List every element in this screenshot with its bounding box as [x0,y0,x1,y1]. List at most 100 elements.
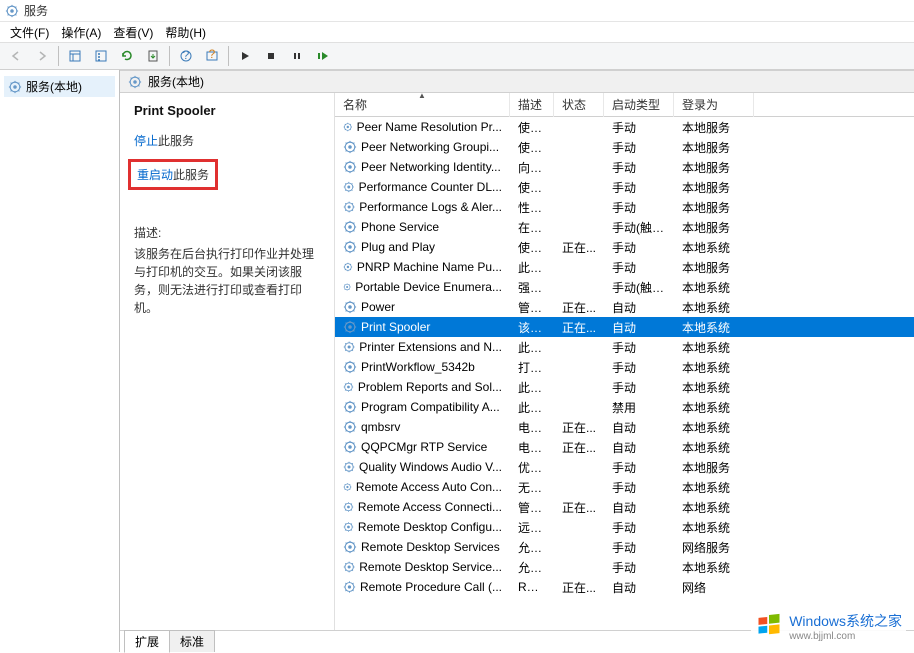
watermark-url: www.bjjml.com [789,631,902,642]
service-startup: 自动 [604,417,674,438]
service-desc: 无论... [510,477,554,498]
description-text: 该服务在后台执行打印作业并处理与打印机的交互。如果关闭该服务，则无法进行打印或查… [134,245,324,317]
service-row[interactable]: Remote Access Connecti...管理...正在...自动本地系… [335,497,914,517]
service-status [554,465,604,469]
start-button[interactable] [233,45,257,67]
service-logon: 本地系统 [674,377,754,398]
show-hide-button[interactable] [63,45,87,67]
service-row[interactable]: Portable Device Enumera...强制...手动(触发...本… [335,277,914,297]
forward-button[interactable] [30,45,54,67]
service-name: Remote Desktop Service... [359,560,502,574]
col-name[interactable]: ▲名称 [335,93,510,117]
gear-icon [343,140,357,154]
service-logon: 本地系统 [674,317,754,338]
service-row[interactable]: Remote Desktop Services允许...手动网络服务 [335,537,914,557]
refresh-button[interactable] [115,45,139,67]
service-row[interactable]: PNRP Machine Name Pu...此服...手动本地服务 [335,257,914,277]
service-row[interactable]: Power管理...正在...自动本地系统 [335,297,914,317]
service-startup: 手动 [604,517,674,538]
menu-view[interactable]: 查看(V) [107,22,159,43]
tab-extended[interactable]: 扩展 [124,630,170,653]
tree-root[interactable]: 服务(本地) [4,76,115,97]
toolbar-divider [169,46,170,66]
service-row[interactable]: Phone Service在设...手动(触发...本地服务 [335,217,914,237]
service-logon: 网络服务 [674,537,754,558]
stop-service-link[interactable]: 停止此服务 [134,132,324,149]
service-row[interactable]: Remote Access Auto Con...无论...手动本地系统 [335,477,914,497]
service-row[interactable]: Remote Desktop Configu...远程...手动本地系统 [335,517,914,537]
service-row[interactable]: Quality Windows Audio V...优质...手动本地服务 [335,457,914,477]
col-startup[interactable]: 启动类型 [604,93,674,117]
service-row[interactable]: Peer Networking Identity...向对...手动本地服务 [335,157,914,177]
tab-standard[interactable]: 标准 [169,630,215,652]
service-row[interactable]: Remote Desktop Service...允许...手动本地系统 [335,557,914,577]
gear-icon [343,520,354,534]
service-desc: 允许... [510,537,554,558]
right-header: 服务(本地) [120,71,914,93]
help-button[interactable]: ? [174,45,198,67]
app-icon [4,3,20,19]
service-name: Remote Desktop Services [361,540,500,554]
help2-button[interactable]: ? [200,45,224,67]
service-row[interactable]: Peer Name Resolution Pr...使用...手动本地服务 [335,117,914,137]
col-desc[interactable]: 描述 [510,93,554,117]
menu-file[interactable]: 文件(F) [4,22,55,43]
service-name: Phone Service [361,220,439,234]
service-row[interactable]: Plug and Play使计...正在...手动本地系统 [335,237,914,257]
service-startup: 手动 [604,137,674,158]
service-row[interactable]: Printer Extensions and N...此服...手动本地系统 [335,337,914,357]
service-row[interactable]: PrintWorkflow_5342b打印...手动本地系统 [335,357,914,377]
gear-icon [343,260,353,274]
service-row[interactable]: Peer Networking Groupi...使用...手动本地服务 [335,137,914,157]
back-button[interactable] [4,45,28,67]
right-header-title: 服务(本地) [148,73,204,90]
service-startup: 手动 [604,337,674,358]
watermark: Windows系统之家 www.bjjml.com [751,609,906,644]
service-desc: 远程... [510,517,554,538]
service-desc: 该服... [510,317,554,338]
service-name: Peer Name Resolution Pr... [357,120,502,134]
service-row[interactable]: QQPCMgr RTP Service电脑...正在...自动本地系统 [335,437,914,457]
service-status: 正在... [554,417,604,438]
service-name: Remote Desktop Configu... [358,520,502,534]
menu-help[interactable]: 帮助(H) [159,22,212,43]
service-status [554,285,604,289]
service-status [554,205,604,209]
service-row[interactable]: Program Compatibility A...此服...禁用本地系统 [335,397,914,417]
service-logon: 本地系统 [674,557,754,578]
detail-panel: Print Spooler 停止此服务 重启动此服务 描述: 该服务在后台执行打… [120,93,335,630]
service-row[interactable]: qmbsrv电脑...正在...自动本地系统 [335,417,914,437]
service-row[interactable]: Performance Logs & Aler...性能...手动本地服务 [335,197,914,217]
list-body[interactable]: Peer Name Resolution Pr...使用...手动本地服务Pee… [335,117,914,630]
service-desc: 管理... [510,497,554,518]
service-startup: 手动 [604,357,674,378]
restart-service-link[interactable]: 重启动此服务 [137,166,209,183]
pause-button[interactable] [285,45,309,67]
service-desc: 使用... [510,137,554,158]
properties-button[interactable] [89,45,113,67]
gear-icon [128,75,142,89]
restart-button[interactable] [311,45,335,67]
watermark-text: Windows系统之家 [789,613,902,629]
service-status [554,485,604,489]
export-button[interactable] [141,45,165,67]
service-logon: 网络 [674,577,754,598]
service-row[interactable]: Print Spooler该服...正在...自动本地系统 [335,317,914,337]
gear-icon [343,480,352,494]
service-desc: 性能... [510,197,554,218]
service-row[interactable]: Remote Procedure Call (...RPC...正在...自动网… [335,577,914,597]
service-name: Plug and Play [361,240,435,254]
col-logon[interactable]: 登录为 [674,93,754,117]
menu-action[interactable]: 操作(A) [55,22,107,43]
service-name: Print Spooler [361,320,430,334]
service-startup: 手动(触发... [604,277,674,298]
service-row[interactable]: Problem Reports and Sol...此服...手动本地系统 [335,377,914,397]
stop-button[interactable] [259,45,283,67]
service-name: Peer Networking Identity... [361,160,501,174]
col-status[interactable]: 状态 [554,93,604,117]
gear-icon [343,120,353,134]
service-status [554,265,604,269]
service-row[interactable]: Performance Counter DL...使远...手动本地服务 [335,177,914,197]
app-title: 服务 [24,2,48,19]
service-logon: 本地服务 [674,177,754,198]
